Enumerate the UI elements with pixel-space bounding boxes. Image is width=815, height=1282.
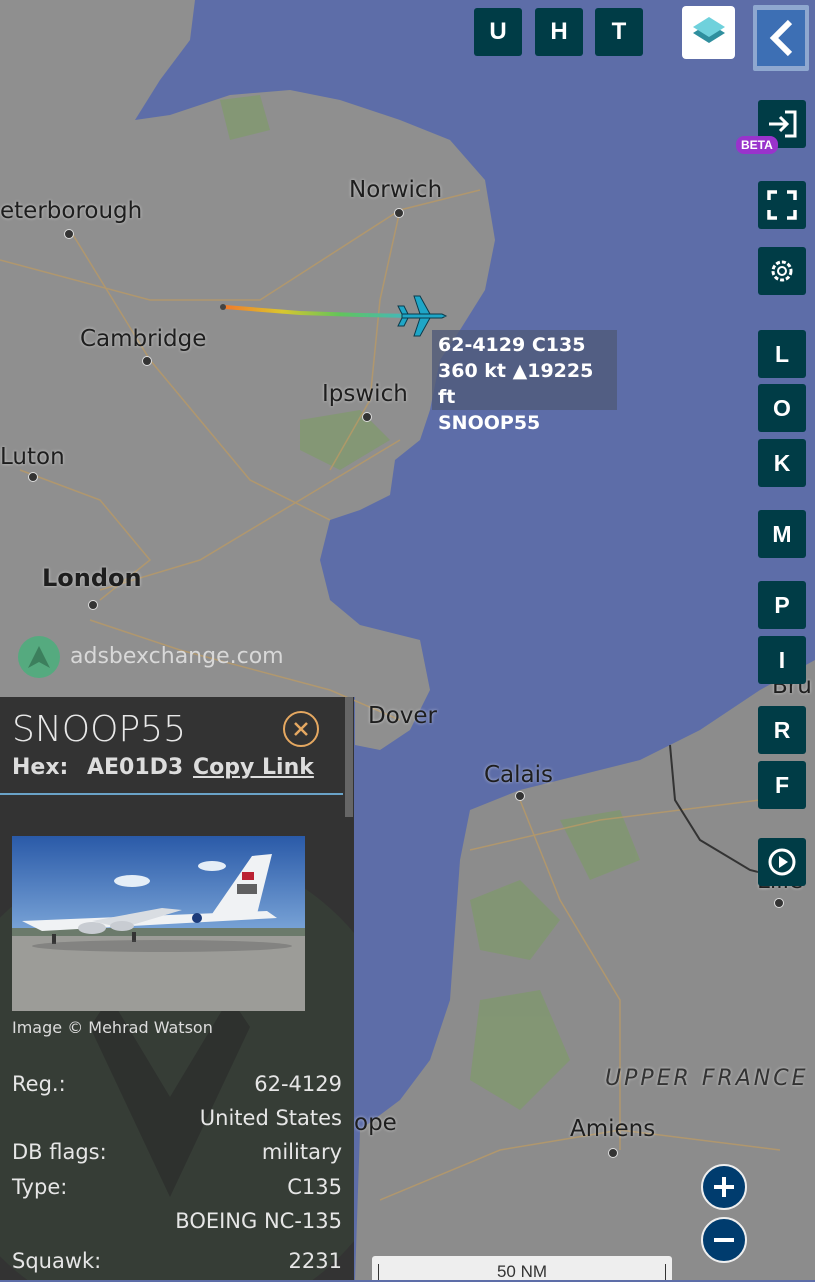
db-flags-label: DB flags: <box>12 1140 107 1164</box>
close-button[interactable] <box>283 711 319 747</box>
city-cambridge: Cambridge <box>80 326 207 352</box>
fullscreen-icon <box>767 190 797 220</box>
reg-label: Reg.: <box>12 1072 66 1096</box>
city-ipswich: Ipswich <box>322 381 408 407</box>
squawk-value: 2231 <box>288 1249 342 1273</box>
city-luton: Luton <box>0 444 65 470</box>
reg-row: Reg.: 62-4129 <box>12 1072 342 1096</box>
city-dover: Dover <box>368 703 437 729</box>
scale-label: 50 NM <box>496 1262 548 1281</box>
button-f[interactable]: F <box>758 761 806 809</box>
fullscreen-button[interactable] <box>758 181 806 229</box>
db-flags-row: DB flags: military <box>12 1140 342 1164</box>
button-m[interactable]: M <box>758 510 806 558</box>
button-r[interactable]: R <box>758 706 806 754</box>
city-norwich: Norwich <box>349 177 443 203</box>
chevron-left-icon <box>769 19 793 57</box>
aircraft-label-line2: 360 kt ▲19225 ft <box>438 360 594 408</box>
replay-button[interactable] <box>758 838 806 886</box>
city-ope: ope <box>354 1110 397 1136</box>
copy-link[interactable]: Copy Link <box>193 755 314 780</box>
panel-divider <box>0 793 343 795</box>
button-i[interactable]: I <box>758 636 806 684</box>
zoom-out-button[interactable] <box>701 1217 747 1263</box>
button-t[interactable]: T <box>595 8 643 56</box>
hex-value: AE01D3 <box>87 755 184 780</box>
region-upper-france: UPPER FRANCE <box>605 1066 809 1091</box>
aircraft-photo[interactable] <box>12 836 305 1011</box>
layers-button[interactable] <box>682 6 735 59</box>
city-calais: Calais <box>484 762 554 788</box>
minus-icon <box>714 1238 734 1242</box>
plus-icon <box>714 1177 734 1197</box>
button-h[interactable]: H <box>535 8 583 56</box>
type-desc-value: BOEING NC-135 <box>175 1209 342 1233</box>
squawk-row: Squawk: 2231 <box>12 1249 342 1273</box>
collapse-button[interactable] <box>753 5 809 71</box>
button-o[interactable]: O <box>758 384 806 432</box>
replay-icon <box>768 848 796 876</box>
reg-value: 62-4129 <box>254 1072 342 1096</box>
layers-icon <box>692 16 725 43</box>
squawk-label: Squawk: <box>12 1249 102 1273</box>
watermark-text: adsbexchange.com <box>70 644 284 669</box>
city-peterborough: eterborough <box>0 198 143 224</box>
type-label: Type: <box>12 1175 68 1199</box>
button-p[interactable]: P <box>758 581 806 629</box>
aircraft-label-line1: 62-4129 C135 <box>438 334 586 356</box>
button-l[interactable]: L <box>758 330 806 378</box>
country-value: United States <box>199 1106 342 1130</box>
zoom-in-button[interactable] <box>701 1164 747 1210</box>
city-london: London <box>42 564 142 592</box>
type-row: Type: C135 <box>12 1175 342 1199</box>
settings-button[interactable] <box>758 247 806 295</box>
aircraft-info-panel: SNOOP55 Hex: AE01D3 Copy Link Image © Me… <box>0 697 354 1280</box>
close-icon <box>294 722 308 736</box>
adsbexchange-logo <box>18 636 60 678</box>
db-flags-value: military <box>261 1140 342 1164</box>
aircraft-label[interactable]: 62-4129 C135 360 kt ▲19225 ft SNOOP55 <box>432 330 617 434</box>
beta-badge: BETA <box>736 136 778 154</box>
panel-scrollbar[interactable] <box>345 697 353 817</box>
panel-callsign: SNOOP55 <box>12 709 186 750</box>
type-value: C135 <box>287 1175 342 1199</box>
scale-bar: 50 NM <box>372 1256 672 1281</box>
image-credit[interactable]: Image © Mehrad Watson <box>12 1018 213 1037</box>
city-amiens: Amiens <box>570 1116 656 1142</box>
aircraft-label-line3: SNOOP55 <box>438 412 541 434</box>
button-u[interactable]: U <box>474 8 522 56</box>
hex-label: Hex: <box>12 755 69 780</box>
gear-icon <box>771 260 793 282</box>
button-k[interactable]: K <box>758 439 806 487</box>
